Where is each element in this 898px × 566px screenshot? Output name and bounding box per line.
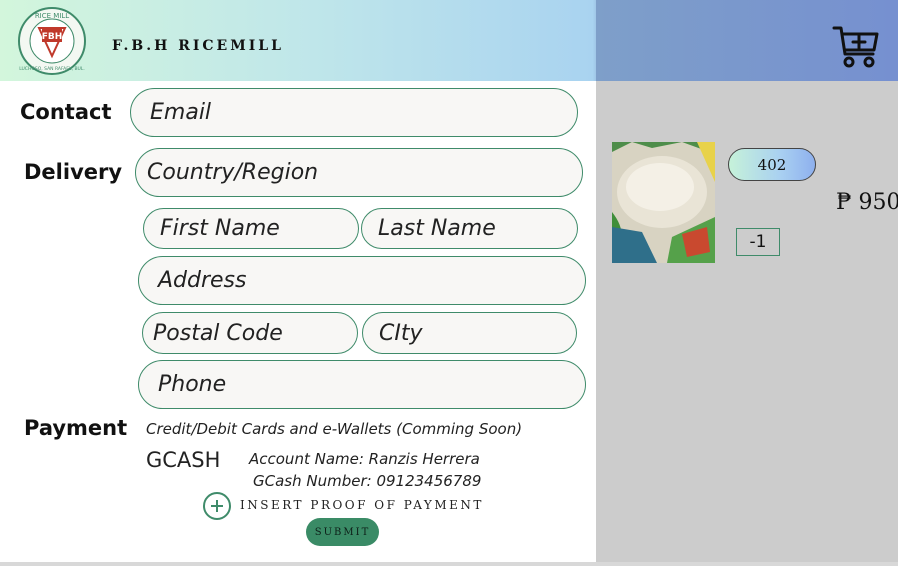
gcash-account-name: Account Name: Ranzis Herrera: [249, 450, 480, 468]
svg-text:FBH: FBH: [42, 32, 63, 42]
first-name-placeholder: First Name: [160, 216, 280, 241]
email-placeholder: Email: [150, 100, 212, 125]
email-field[interactable]: Email: [130, 88, 578, 137]
phone-field[interactable]: Phone: [138, 360, 586, 409]
insert-proof-label[interactable]: INSERT PROOF OF PAYMENT: [240, 498, 484, 512]
add-to-cart-icon[interactable]: [832, 22, 880, 70]
payment-label: Payment: [24, 416, 128, 440]
phone-placeholder: Phone: [158, 372, 227, 397]
insert-proof-icon[interactable]: [203, 492, 231, 520]
decrement-button[interactable]: -1: [736, 228, 780, 256]
gcash-number: GCash Number: 09123456789: [253, 472, 482, 490]
address-field[interactable]: Address: [138, 256, 586, 305]
svg-text:RICE MILL: RICE MILL: [35, 12, 69, 20]
city-field[interactable]: CIty: [362, 312, 577, 354]
address-placeholder: Address: [158, 268, 247, 293]
item-price: ₱ 950: [836, 190, 898, 215]
payment-methods-note: Credit/Debit Cards and e-Wallets (Commin…: [146, 420, 523, 438]
postal-code-placeholder: Postal Code: [153, 320, 283, 346]
postal-code-field[interactable]: Postal Code: [142, 312, 358, 354]
last-name-placeholder: Last Name: [378, 216, 496, 241]
fbh-logo: RICE MILL FBH LUCHOSO, SAN RAFAEL, BUL.: [17, 6, 87, 76]
city-placeholder: CIty: [379, 320, 423, 346]
country-region-placeholder: Country/Region: [147, 160, 319, 185]
bottom-divider: [0, 562, 898, 566]
contact-label: Contact: [20, 100, 112, 124]
country-region-field[interactable]: Country/Region: [135, 148, 583, 197]
first-name-field[interactable]: First Name: [143, 208, 359, 249]
delivery-label: Delivery: [24, 160, 123, 184]
rice-sack-image: [612, 142, 715, 263]
last-name-field[interactable]: Last Name: [361, 208, 578, 249]
gcash-label: GCASH: [146, 448, 221, 472]
quantity-field[interactable]: 402: [728, 148, 816, 181]
submit-button[interactable]: SUBMIT: [306, 518, 379, 546]
brand-name: F.B.H RICEMILL: [112, 38, 284, 54]
svg-text:LUCHOSO, SAN RAFAEL, BUL.: LUCHOSO, SAN RAFAEL, BUL.: [19, 66, 85, 72]
